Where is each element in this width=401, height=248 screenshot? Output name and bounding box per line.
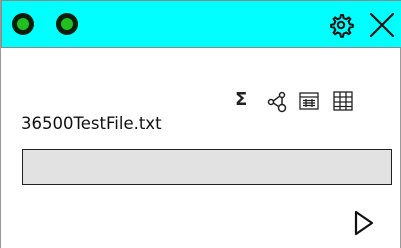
file-name: 36500TestFile.txt (21, 114, 162, 133)
app-window: Σ 36500TestFile.txt (0, 0, 401, 248)
close-icon[interactable] (368, 11, 396, 39)
tree-icon[interactable] (267, 91, 289, 113)
play-icon[interactable] (353, 209, 375, 237)
green-dot-icon (12, 13, 34, 35)
grid-icon[interactable] (333, 91, 353, 111)
sigma-icon[interactable]: Σ (235, 90, 251, 110)
green-dot-icon (56, 13, 78, 35)
list-icon[interactable] (299, 92, 319, 110)
title-bar (1, 0, 401, 48)
progress-bar (22, 149, 392, 185)
gear-icon[interactable] (328, 12, 354, 38)
